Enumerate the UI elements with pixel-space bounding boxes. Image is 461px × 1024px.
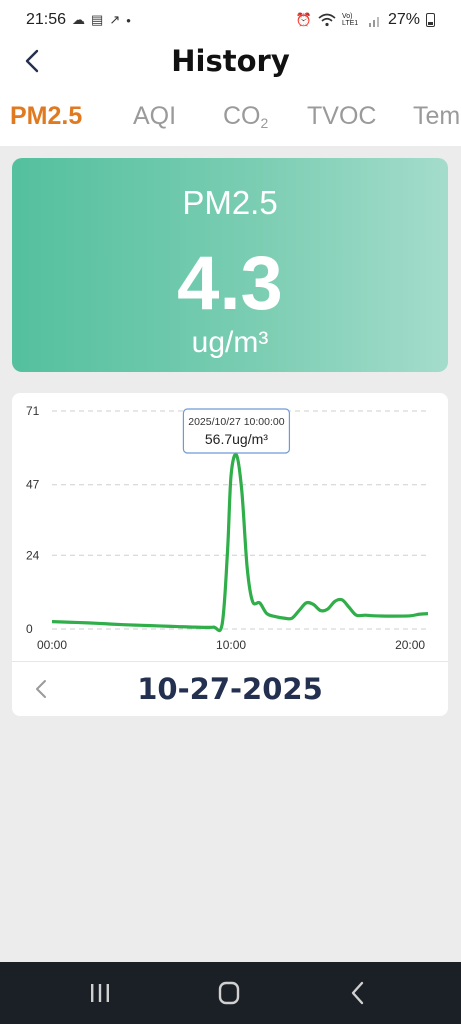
x-tick-label: 10:00 [216,638,246,652]
reading-unit: ug/m³ [191,326,269,359]
home-icon[interactable] [214,980,244,1006]
tab-bar: PM2.5 AQI CO2 TVOC Tem [0,88,461,146]
tab-tvoc[interactable]: TVOC [307,102,376,131]
y-tick-label: 0 [26,622,33,636]
tab-temperature[interactable]: Tem [413,102,460,131]
tab-co2-subscript: 2 [260,115,269,131]
tooltip-time: 2025/10/27 10:00:00 [188,416,285,428]
tab-co2-label: CO [223,102,261,130]
reading-value: 4.3 [177,241,283,326]
pm25-series-line [51,452,429,633]
reading-label: PM2.5 [182,184,278,221]
history-chart-card: 0 24 47 71 00:00 10:00 20:00 2025/10/27 10:00:0… [12,393,448,716]
system-back-icon[interactable] [344,980,374,1006]
tab-pm25[interactable]: PM2.5 [10,102,82,131]
tab-aqi[interactable]: AQI [133,102,176,131]
tab-co2[interactable]: CO2 [223,102,268,131]
current-reading-card: PM2.5 4.3 ug/m³ [12,158,448,372]
signal-icon [368,16,379,27]
calendar-icon: ▤ [91,12,104,27]
tooltip-value: 56.7ug/m³ [205,431,268,447]
cloud-icon: ☁ [72,12,86,27]
system-nav-bar [0,962,461,1024]
history-chart[interactable]: 0 24 47 71 00:00 10:00 20:00 2025/10/27 10:00:0… [12,393,448,661]
x-tick-label: 00:00 [37,638,67,652]
alarm-icon: ⏰ [295,12,312,27]
x-tick-label: 20:00 [395,638,425,652]
y-tick-label: 47 [26,478,40,492]
wifi-icon [318,13,336,27]
page-title: History [171,44,290,78]
battery-icon [426,13,435,27]
app-header: History [0,40,461,88]
date-navigator: 10-27-2025 [12,661,448,716]
volte-icon: Vo) LTE1 [341,13,359,27]
dot-icon: • [126,12,131,28]
trend-icon: ↗ [109,12,121,27]
battery-text: 27% [387,11,420,28]
y-tick-label: 71 [26,404,40,418]
clock: 21:56 [26,11,67,28]
recents-icon[interactable] [85,980,115,1006]
status-bar: 21:56 ☁ ▤ ↗ • ⏰ Vo) LTE1 27% [0,0,461,40]
selected-date[interactable]: 10-27-2025 [12,672,448,706]
y-tick-label: 24 [26,548,40,562]
